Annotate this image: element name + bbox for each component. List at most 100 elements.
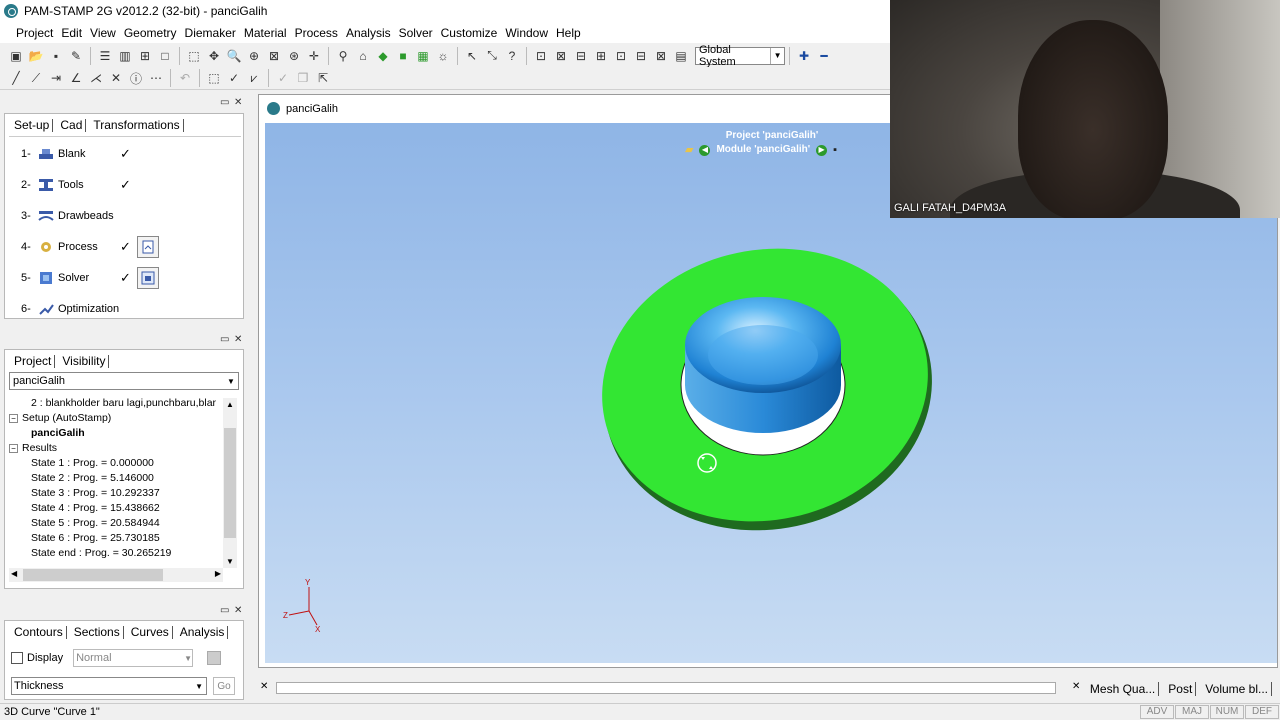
tree-collapse-icon[interactable]: −: [9, 443, 18, 453]
zoom-box-icon[interactable]: ⬚: [185, 47, 203, 65]
validate-icon[interactable]: ✓: [274, 69, 292, 87]
more-icon[interactable]: ⋯: [147, 69, 165, 87]
tree-item[interactable]: State 6 : Prog. = 25.730185: [9, 531, 239, 546]
tab-cad[interactable]: Cad: [57, 118, 87, 132]
go-button[interactable]: Go: [213, 677, 235, 695]
step-blank[interactable]: 1- Blank ✓: [21, 143, 132, 165]
layout-single-icon[interactable]: □: [156, 47, 174, 65]
cube-icon[interactable]: ◆: [374, 47, 392, 65]
scroll-left-icon[interactable]: ◀: [11, 569, 17, 578]
tree-item[interactable]: − Setup (AutoStamp): [9, 411, 239, 426]
close-icon[interactable]: ✕: [234, 334, 242, 345]
tree-item[interactable]: − Results: [9, 441, 239, 456]
solver-run-button[interactable]: [137, 267, 159, 289]
step-process[interactable]: 4- Process ✓: [21, 236, 132, 258]
menu-solver[interactable]: Solver: [395, 26, 437, 40]
punch[interactable]: [685, 297, 841, 433]
lock-icon[interactable]: ⌂: [354, 47, 372, 65]
zoom-fit-icon[interactable]: ⊕: [245, 47, 263, 65]
undo-icon[interactable]: ↶: [176, 69, 194, 87]
coordinate-system-select[interactable]: Global System ▼: [695, 44, 785, 68]
tab-visibility[interactable]: Visibility: [59, 354, 110, 368]
branch-tool-icon[interactable]: ⋌: [87, 69, 105, 87]
tab-transformations[interactable]: Transformations: [90, 118, 184, 132]
layout-cols-icon[interactable]: ▥: [116, 47, 134, 65]
bottom-scrollbar[interactable]: [276, 682, 1056, 694]
view-x-icon[interactable]: ⊠: [552, 47, 570, 65]
select-arrow-icon[interactable]: ↖: [463, 47, 481, 65]
step-tools[interactable]: 2- Tools ✓: [21, 174, 132, 196]
restore-icon[interactable]: ▭: [220, 334, 229, 345]
restore-icon[interactable]: ▭: [220, 605, 229, 616]
tree-item[interactable]: State 5 : Prog. = 20.584944: [9, 516, 239, 531]
menu-geometry[interactable]: Geometry: [120, 26, 181, 40]
measure-icon[interactable]: ⚲: [334, 47, 352, 65]
view-top-icon[interactable]: ⊡: [532, 47, 550, 65]
tree-item[interactable]: panciGalih: [9, 426, 239, 441]
angle-tool-icon[interactable]: ∠: [67, 69, 85, 87]
tree-item[interactable]: 2 : blankholder baru lagi,punchbaru,blar: [9, 396, 239, 411]
step-optimization[interactable]: 6- Optimization: [21, 298, 132, 320]
tab-post[interactable]: Post: [1165, 682, 1197, 696]
tree-item[interactable]: State end : Prog. = 30.265219: [9, 546, 239, 561]
view-list-icon[interactable]: ▤: [672, 47, 690, 65]
scroll-down-icon[interactable]: ▼: [226, 557, 234, 566]
tree-item[interactable]: State 4 : Prog. = 15.438662: [9, 501, 239, 516]
zoom-out-icon[interactable]: 🔍: [225, 47, 243, 65]
tree-item[interactable]: State 1 : Prog. = 0.000000: [9, 456, 239, 471]
tab-volume-blank[interactable]: Volume bl...: [1202, 682, 1272, 696]
view-y-icon[interactable]: ⊟: [572, 47, 590, 65]
select-multi-icon[interactable]: ⤡: [483, 47, 501, 65]
close-icon[interactable]: ✕: [234, 605, 242, 616]
pick-check-icon[interactable]: ✓: [225, 69, 243, 87]
tab-mesh-quality[interactable]: Mesh Qua...: [1087, 682, 1160, 696]
menu-material[interactable]: Material: [240, 26, 291, 40]
menu-process[interactable]: Process: [291, 26, 342, 40]
tab-curves[interactable]: Curves: [128, 625, 173, 639]
scroll-up-icon[interactable]: ▲: [226, 400, 234, 409]
tab-contours[interactable]: Contours: [11, 625, 67, 639]
polyline-tool-icon[interactable]: ⟋: [27, 69, 45, 87]
help-pointer-icon[interactable]: ?: [503, 47, 521, 65]
close-icon[interactable]: ✕: [1072, 681, 1080, 692]
step-drawbeads[interactable]: 3- Drawbeads: [21, 205, 132, 227]
restore-icon[interactable]: ▭: [220, 97, 229, 108]
open-folder-icon[interactable]: 📂: [27, 47, 45, 65]
project-select[interactable]: panciGalih ▼: [9, 372, 239, 390]
scroll-thumb[interactable]: [224, 428, 236, 538]
add-icon[interactable]: ✚: [795, 47, 813, 65]
pan-icon[interactable]: ✥: [205, 47, 223, 65]
light-icon[interactable]: ☼: [434, 47, 452, 65]
tab-analysis[interactable]: Analysis: [177, 625, 229, 639]
color-scale-icon[interactable]: [207, 651, 222, 665]
pick-multi-icon[interactable]: ⩗: [245, 69, 263, 87]
layout-grid-icon[interactable]: ⊞: [136, 47, 154, 65]
edit-icon[interactable]: ✎: [67, 47, 85, 65]
cross-tool-icon[interactable]: ✕: [107, 69, 125, 87]
menu-analysis[interactable]: Analysis: [342, 26, 395, 40]
arrow-tool-icon[interactable]: ⇥: [47, 69, 65, 87]
menu-diemaker[interactable]: Diemaker: [181, 26, 240, 40]
menu-project[interactable]: Project: [12, 26, 57, 40]
menu-window[interactable]: Window: [501, 26, 552, 40]
close-icon[interactable]: ✕: [234, 97, 242, 108]
tree-item[interactable]: State 3 : Prog. = 10.292337: [9, 486, 239, 501]
display-checkbox[interactable]: [11, 652, 23, 664]
display-mode-select[interactable]: Normal ▼: [73, 649, 194, 667]
tree-collapse-icon[interactable]: −: [9, 413, 18, 423]
layout-rows-icon[interactable]: ☰: [96, 47, 114, 65]
view-yz-icon[interactable]: ⊟: [632, 47, 650, 65]
step-solver[interactable]: 5- Solver ✓: [21, 267, 132, 289]
menu-view[interactable]: View: [86, 26, 120, 40]
remove-icon[interactable]: ━: [815, 47, 833, 65]
line-tool-icon[interactable]: ╱: [7, 69, 25, 87]
menu-edit[interactable]: Edit: [57, 26, 86, 40]
view-z-icon[interactable]: ⊞: [592, 47, 610, 65]
menu-help[interactable]: Help: [552, 26, 585, 40]
zoom-all-icon[interactable]: ⊠: [265, 47, 283, 65]
tab-sections[interactable]: Sections: [71, 625, 124, 639]
center-icon[interactable]: ✛: [305, 47, 323, 65]
view-iso-icon[interactable]: ⊠: [652, 47, 670, 65]
export-icon[interactable]: ⇱: [314, 69, 332, 87]
copy-icon[interactable]: ❐: [294, 69, 312, 87]
